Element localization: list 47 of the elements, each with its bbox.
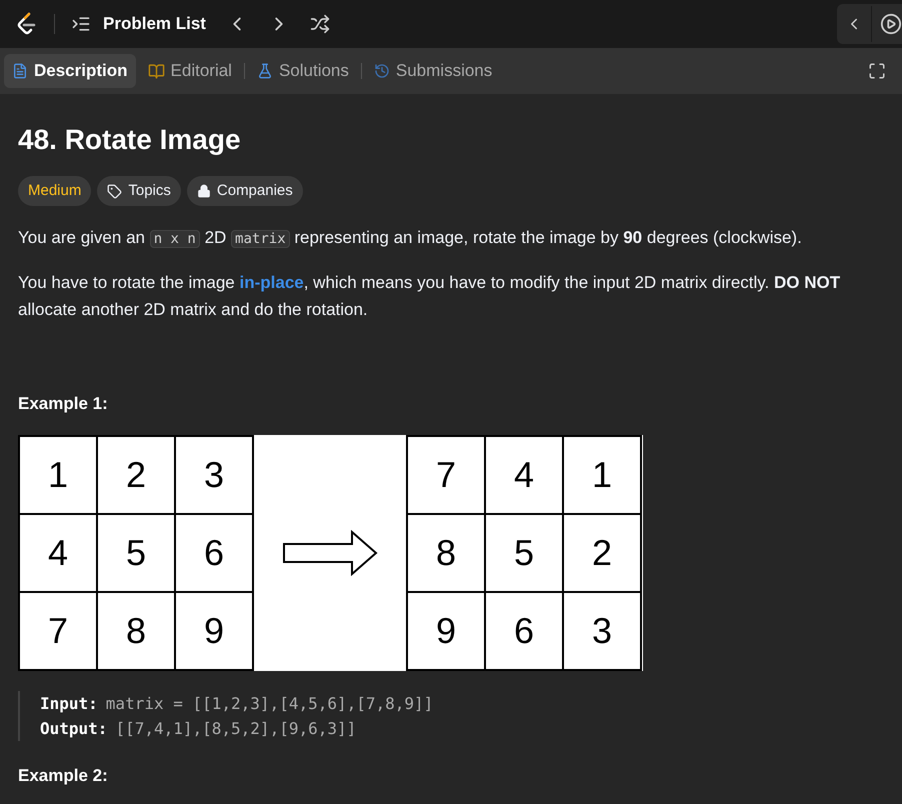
problem-title: 48. Rotate Image bbox=[18, 123, 242, 157]
document-icon bbox=[12, 63, 28, 79]
fullscreen-icon[interactable] bbox=[868, 62, 886, 80]
tab[interactable]: Solutions bbox=[248, 54, 357, 88]
right-arrow-icon bbox=[282, 530, 378, 576]
example-heading: Example 1: bbox=[18, 393, 109, 415]
lock-icon bbox=[196, 184, 211, 198]
matrix-cell: 7 bbox=[20, 592, 96, 668]
matrix-cell: 1 bbox=[564, 436, 640, 512]
difficulty-badge[interactable]: Medium bbox=[18, 176, 92, 206]
tag-button[interactable]: Topics bbox=[97, 176, 181, 206]
logo-icon[interactable] bbox=[16, 12, 38, 36]
history-icon bbox=[374, 63, 390, 79]
matrix-cell: 4 bbox=[20, 514, 96, 590]
example-heading: Example 2: bbox=[18, 764, 109, 786]
tab[interactable]: Editorial bbox=[140, 54, 240, 88]
matrix-cell: 8 bbox=[98, 592, 174, 668]
in-place-link[interactable]: in-place bbox=[239, 273, 304, 292]
tag-button[interactable]: Companies bbox=[186, 176, 303, 206]
matrix-cell: 5 bbox=[486, 514, 562, 590]
tab[interactable]: Submissions bbox=[366, 54, 500, 88]
example-value: [[7,4,1],[8,5,2],[9,6,3]] bbox=[115, 718, 356, 740]
flask-icon bbox=[256, 63, 273, 79]
matrix-cell: 1 bbox=[20, 436, 96, 512]
matrix-cell: 7 bbox=[408, 436, 484, 512]
matrix-cell: 6 bbox=[486, 592, 562, 668]
book-icon bbox=[148, 62, 165, 80]
tab[interactable]: Description bbox=[4, 54, 136, 88]
matrix-cell: 6 bbox=[176, 514, 252, 590]
tag-icon bbox=[107, 184, 122, 198]
example-value: matrix = [[1,2,3],[4,5,6],[7,8,9]] bbox=[106, 692, 434, 714]
matrix-cell: 4 bbox=[486, 436, 562, 512]
matrix-cell: 5 bbox=[98, 514, 174, 590]
matrix-cell: 8 bbox=[408, 514, 484, 590]
example-label: Input: bbox=[40, 692, 98, 714]
shuffle-icon[interactable] bbox=[310, 14, 330, 34]
matrix-cell: 9 bbox=[176, 592, 252, 668]
matrix-cell: 9 bbox=[408, 592, 484, 668]
problem-list-button[interactable]: Problem List bbox=[71, 11, 206, 37]
description-paragraph: You have to rotate the image in-place, which means you have to modify the input 2D matrix directly. DO NOT allocate another 2D matrix and do the rotation. bbox=[18, 272, 842, 321]
matrix-cell: 3 bbox=[176, 436, 252, 512]
description-paragraph: You are given an n x n 2D matrix representing an image, rotate the image by 90 degrees (clockwise). bbox=[18, 227, 803, 250]
play-icon[interactable] bbox=[880, 13, 902, 35]
matrix-cell: 2 bbox=[98, 436, 174, 512]
example-label: Output: bbox=[40, 718, 108, 740]
matrix-cell: 3 bbox=[564, 592, 640, 668]
matrix-cell: 2 bbox=[564, 514, 640, 590]
